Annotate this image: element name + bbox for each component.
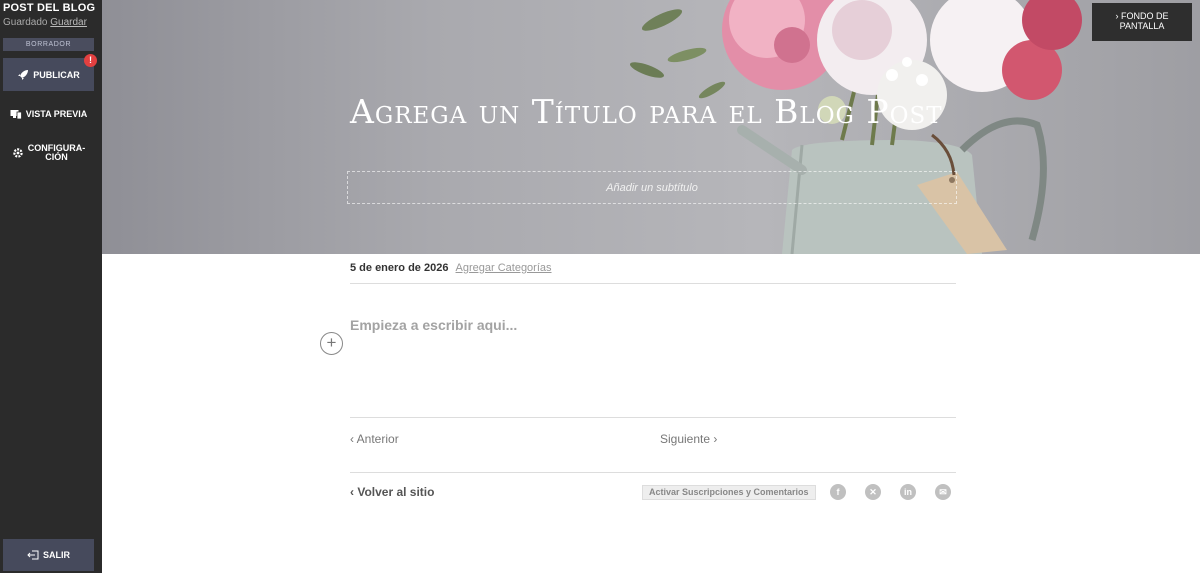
- facebook-icon[interactable]: f: [830, 484, 846, 500]
- divider: [350, 472, 956, 473]
- divider: [350, 283, 956, 284]
- settings-label: CONFIGURA- CIÓN: [28, 144, 86, 162]
- saved-text: Guardado: [3, 17, 48, 28]
- post-body-editor[interactable]: Empieza a escribir aqui...: [350, 317, 517, 333]
- settings-button[interactable]: CONFIGURA- CIÓN: [3, 141, 94, 165]
- alert-badge: !: [84, 54, 97, 67]
- post-meta: 5 de enero de 2026 Agregar Categorías: [350, 262, 552, 274]
- settings-label-line2: CIÓN: [45, 152, 68, 162]
- publish-button[interactable]: PUBLICAR !: [3, 54, 97, 91]
- draft-badge: BORRADOR: [3, 38, 94, 51]
- preview-label: VISTA PREVIA: [25, 109, 88, 119]
- divider: [350, 417, 956, 418]
- sidebar-title: POST DEL BLOG: [3, 2, 96, 14]
- wallpaper-button[interactable]: › FONDO DE PANTALLA: [1092, 3, 1192, 41]
- save-status: Guardado Guardar: [3, 17, 87, 28]
- previous-post-link[interactable]: ‹ Anterior: [350, 432, 399, 446]
- enable-subscriptions-button[interactable]: Activar Suscripciones y Comentarios: [642, 485, 816, 500]
- next-post-link[interactable]: Siguiente ›: [660, 432, 717, 446]
- subtitle-input[interactable]: Añadir un subtítulo: [347, 171, 957, 204]
- publish-label: PUBLICAR: [33, 69, 80, 80]
- rocket-icon: [18, 69, 29, 80]
- add-block-button[interactable]: +: [320, 332, 343, 355]
- save-link[interactable]: Guardar: [50, 17, 87, 28]
- add-categories-link[interactable]: Agregar Categorías: [456, 262, 552, 274]
- exit-icon: [27, 550, 39, 560]
- linkedin-icon[interactable]: in: [900, 484, 916, 500]
- header-image: › FONDO DE PANTALLA Agrega un Título par…: [102, 0, 1200, 254]
- wallpaper-label-line2: PANTALLA: [1119, 21, 1165, 31]
- exit-button[interactable]: SALIR: [3, 539, 94, 571]
- monitor-icon: [10, 110, 22, 120]
- post-date: 5 de enero de 2026: [350, 262, 449, 274]
- gear-icon: [13, 148, 23, 158]
- exit-label: SALIR: [43, 550, 70, 560]
- wallpaper-label-line1: › FONDO DE: [1115, 11, 1169, 21]
- x-twitter-icon[interactable]: ✕: [865, 484, 881, 500]
- email-icon[interactable]: ✉: [935, 484, 951, 500]
- preview-button[interactable]: VISTA PREVIA: [3, 106, 94, 122]
- sidebar: POST DEL BLOG Guardado Guardar BORRADOR …: [0, 0, 102, 573]
- back-to-site-link[interactable]: ‹ Volver al sitio: [350, 485, 434, 499]
- post-title[interactable]: Agrega un Título para el Blog Post: [350, 94, 950, 130]
